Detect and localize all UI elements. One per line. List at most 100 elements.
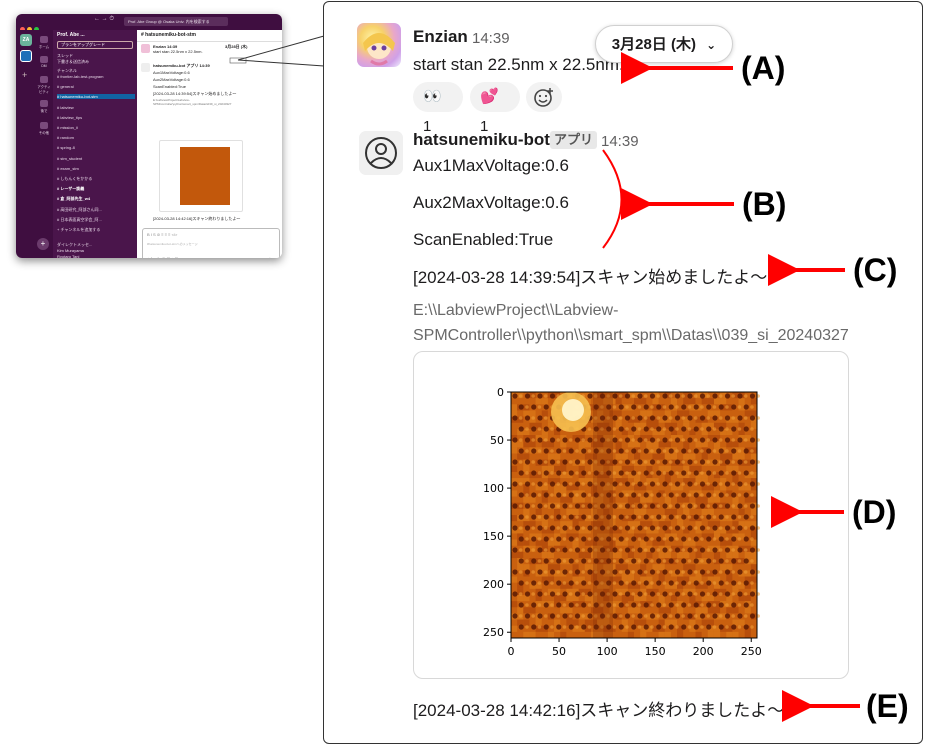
bot-sender-name[interactable]: hatsunemiku-bot xyxy=(413,130,550,150)
heatmap-cell xyxy=(511,490,518,497)
sidebar-item-channel[interactable]: + チャンネルを追加する xyxy=(57,227,135,233)
heatmap-cell xyxy=(640,398,647,405)
sidebar-item-dm[interactable]: Ryotaro Tani xyxy=(57,254,135,259)
lattice-bright-spot xyxy=(556,570,560,574)
mini-image-attachment[interactable] xyxy=(159,140,243,212)
lattice-dark-spot xyxy=(749,547,756,553)
lattice-bright-spot xyxy=(712,427,717,431)
rail-home[interactable]: ホーム xyxy=(37,36,51,49)
reaction-eyes[interactable]: 👀 1 xyxy=(413,82,463,135)
add-workspace-icon[interactable]: + xyxy=(22,70,27,80)
workspace-icon[interactable]: ZA xyxy=(20,34,32,46)
rail-dm[interactable]: DM xyxy=(37,56,51,68)
sidebar-item-channel[interactable]: # 倉_阿部先生_w4 xyxy=(57,196,135,202)
mini-bot-avatar[interactable] xyxy=(141,63,150,72)
sidebar-item-channel[interactable]: # random xyxy=(57,135,135,140)
sidebar-item-channel[interactable]: # mission_ii xyxy=(57,125,135,130)
sidebar-item-channel[interactable]: # general xyxy=(57,84,135,89)
second-workspace-icon[interactable] xyxy=(20,50,32,62)
sidebar-item-channel[interactable]: # exam_stm xyxy=(57,166,135,171)
workspace-name[interactable]: Prof. Abe ... xyxy=(57,32,135,38)
create-button[interactable]: + xyxy=(37,238,49,250)
lattice-bright-spot xyxy=(650,449,654,453)
lattice-bright-spot xyxy=(543,394,548,398)
lattice-bright-spot xyxy=(556,614,560,618)
sidebar-item-channel[interactable]: # labview xyxy=(57,105,135,110)
lattice-bright-spot xyxy=(750,625,754,629)
heatmap-cell xyxy=(572,508,579,515)
heatmap-cell xyxy=(744,607,751,614)
rail-activity[interactable]: アクティビティ xyxy=(37,76,51,94)
lattice-bright-spot xyxy=(662,515,667,519)
lattice-bright-spot xyxy=(543,504,548,508)
lattice-bright-spot xyxy=(631,592,635,596)
lattice-dark-spot xyxy=(656,536,662,542)
send-icon[interactable]: ➤ xyxy=(269,256,272,258)
lattice-dark-spot xyxy=(537,591,543,597)
lattice-dark-spot xyxy=(631,514,637,520)
lattice-bright-spot xyxy=(706,570,710,574)
sidebar-item-channel[interactable]: # stm_student xyxy=(57,156,135,161)
lattice-dark-spot xyxy=(674,481,681,487)
lattice-bright-spot xyxy=(706,504,710,508)
sidebar-item-drafts[interactable]: 下書き＆送信済み xyxy=(57,59,135,65)
lattice-bright-spot xyxy=(618,416,623,420)
lattice-bright-spot xyxy=(631,394,635,398)
sidebar-item-dm[interactable]: Kim Murayama xyxy=(57,248,135,253)
lattice-dark-spot xyxy=(587,591,593,597)
date-divider-pill[interactable]: 3月28日 (木) ⌄ xyxy=(595,25,733,63)
sidebar-item-channel[interactable]: # 日本表面真空学会_阿... xyxy=(57,217,135,223)
lattice-dark-spot xyxy=(668,448,674,454)
heatmap-cell xyxy=(713,631,721,638)
lattice-dark-spot xyxy=(674,591,681,597)
sidebar-item-channel[interactable]: # labview_tips xyxy=(57,115,135,120)
lattice-bright-spot xyxy=(562,493,567,497)
heatmap-cell xyxy=(701,607,708,614)
upgrade-plan-button[interactable]: プランをアップグレード xyxy=(57,41,133,49)
sidebar-item-channel[interactable]: # hatsunemiku-bot-stm xyxy=(57,94,135,100)
message-time[interactable]: 14:39 xyxy=(472,30,510,47)
bot-message-time[interactable]: 14:39 xyxy=(601,133,639,150)
bot-avatar[interactable] xyxy=(359,131,403,175)
message-composer[interactable]: B I S ⊘ ≡ ≡ ≡ </> #hatsunemiku-bot-stmへの… xyxy=(142,228,280,258)
scan-start-message: [2024-03-28 14:39:54]スキャン始めましたよ～ xyxy=(413,268,768,287)
lattice-bright-spot xyxy=(618,460,623,464)
formatting-toolbar[interactable]: B I S ⊘ ≡ ≡ ≡ </> xyxy=(147,232,177,237)
history-nav-icons[interactable]: ← → ⏱ xyxy=(94,16,114,23)
lattice-bright-spot xyxy=(643,526,648,530)
lattice-dark-spot xyxy=(724,459,731,465)
lattice-dark-spot xyxy=(649,569,656,575)
reaction-hearts[interactable]: 💕 1 xyxy=(470,82,520,135)
image-attachment[interactable]: 0 50 100 150 200 250 0 50 100 150 200 250 xyxy=(413,351,849,679)
sidebar-item-channel[interactable]: # frontier-lab-test-program xyxy=(57,74,135,79)
sidebar-item-channel[interactable]: # 高田研究_阿部さん同... xyxy=(57,207,135,213)
add-reaction-button[interactable] xyxy=(526,82,562,112)
lattice-dark-spot xyxy=(531,492,537,498)
composer-actions[interactable]: + Aa ☺ @ ▢ ♪ ⊡ xyxy=(147,256,178,258)
lattice-bright-spot xyxy=(656,460,660,464)
lattice-bright-spot xyxy=(675,603,679,607)
enzian-avatar[interactable] xyxy=(357,23,401,67)
sidebar-item-channel[interactable]: # しもんくをかかる xyxy=(57,176,135,182)
heatmap-cell xyxy=(560,465,567,472)
heatmap-cell xyxy=(541,398,548,405)
sidebar-item-channel[interactable]: # レーザー談義 xyxy=(57,186,135,192)
rail-more[interactable]: その他 xyxy=(37,122,51,135)
heatmap-cell xyxy=(523,453,530,460)
lattice-dark-spot xyxy=(549,437,556,443)
mini-enzian-avatar[interactable] xyxy=(141,44,150,53)
lattice-dark-spot xyxy=(518,514,524,520)
sidebar-item-channel[interactable]: # spring-8 xyxy=(57,145,135,150)
lattice-dark-spot xyxy=(699,393,706,399)
lattice-dark-spot xyxy=(699,503,706,509)
lattice-dark-spot xyxy=(687,437,693,443)
heatmap-cell xyxy=(707,508,714,515)
lattice-dark-spot xyxy=(562,569,568,575)
mini-date-pill[interactable]: 3月28日 (木) xyxy=(225,44,247,50)
rail-later[interactable]: 後で xyxy=(37,100,51,113)
search-input[interactable]: Prof. Abe Group @ Osaka Univ. 内を検索する xyxy=(124,17,228,26)
lattice-dark-spot xyxy=(668,426,674,432)
sender-name[interactable]: Enzian xyxy=(413,27,468,47)
lattice-dark-spot xyxy=(587,525,593,531)
channel-title[interactable]: # hatsunemiku-bot-stm xyxy=(141,32,196,38)
